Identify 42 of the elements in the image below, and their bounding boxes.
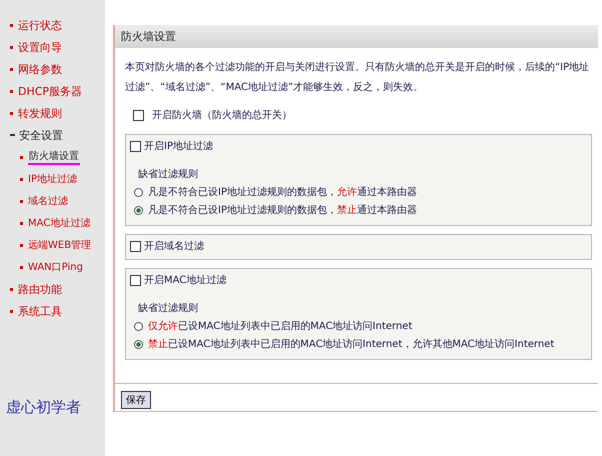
radio-label: 禁止已设MAC地址列表中已启用的MAC地址访问Internet，允许其他MAC地址访问Internet bbox=[148, 338, 554, 351]
checkbox[interactable] bbox=[130, 240, 141, 252]
signature-text: 虚心初学者 bbox=[5, 398, 82, 417]
menu-item[interactable]: DHCP服务器 bbox=[18, 84, 82, 98]
menu-item[interactable]: 设置向导 bbox=[18, 40, 62, 54]
menu-item[interactable]: 转发规则 bbox=[18, 106, 62, 120]
submenu-item[interactable]: 防火墙设置 bbox=[28, 149, 80, 165]
radio-label: 凡是不符合已设IP地址过滤规则的数据包，禁止通过本路由器 bbox=[148, 204, 417, 217]
bullet-icon bbox=[20, 222, 23, 224]
checkbox[interactable] bbox=[130, 274, 141, 286]
submenu-item[interactable]: MAC地址过滤 bbox=[28, 216, 90, 230]
rule-title: 缺省过滤规则 bbox=[138, 168, 199, 181]
checkbox[interactable] bbox=[130, 140, 141, 152]
checkbox-label: 开启域名过滤 bbox=[144, 240, 204, 253]
submenu-item[interactable]: WAN口Ping bbox=[28, 260, 83, 274]
bullet-icon bbox=[20, 244, 23, 246]
menu-item[interactable]: 系统工具 bbox=[18, 304, 62, 318]
bullet-icon bbox=[20, 200, 23, 202]
bullet-icon bbox=[20, 178, 23, 180]
menu-item[interactable]: 网络参数 bbox=[18, 62, 62, 76]
bullet-icon bbox=[20, 156, 23, 158]
save-button[interactable]: 保存 bbox=[121, 391, 151, 409]
menu-item[interactable]: 路由功能 bbox=[18, 282, 62, 296]
panel-title: 防火墙设置 bbox=[115, 25, 598, 48]
checkbox-label: 开启IP地址过滤 bbox=[144, 140, 213, 153]
menu-item[interactable]: 安全设置 bbox=[19, 128, 63, 142]
description-text: 本页对防火墙的各个过滤功能的开启与关闭进行设置。只有防火墙的总开关是开启的时候，后续的“IP地址过滤”、“域名过滤”、“MAC地址过滤”才能够生效，反之，则失效。 bbox=[125, 60, 590, 95]
radio-label: 凡是不符合已设IP地址过滤规则的数据包，允许通过本路由器 bbox=[148, 186, 417, 199]
radio-button[interactable] bbox=[134, 206, 143, 214]
checkbox[interactable] bbox=[133, 110, 144, 120]
submenu-item[interactable]: 域名过滤 bbox=[28, 194, 68, 208]
submenu-item[interactable]: IP地址过滤 bbox=[28, 172, 77, 186]
menu-item[interactable]: 运行状态 bbox=[18, 18, 62, 32]
radio-label: 仅允许已设MAC地址列表中已启用的MAC地址访问Internet bbox=[148, 320, 412, 333]
bullet-icon bbox=[20, 266, 23, 268]
checkbox-label: 开启MAC地址过滤 bbox=[144, 274, 226, 287]
submenu-item[interactable]: 远端WEB管理 bbox=[28, 238, 92, 252]
rule-title: 缺省过滤规则 bbox=[138, 302, 199, 315]
radio-button[interactable] bbox=[134, 322, 143, 330]
checkbox-label: 开启防火墙（防火墙的总开关） bbox=[152, 108, 292, 122]
radio-button[interactable] bbox=[134, 340, 143, 348]
radio-button[interactable] bbox=[134, 188, 143, 196]
